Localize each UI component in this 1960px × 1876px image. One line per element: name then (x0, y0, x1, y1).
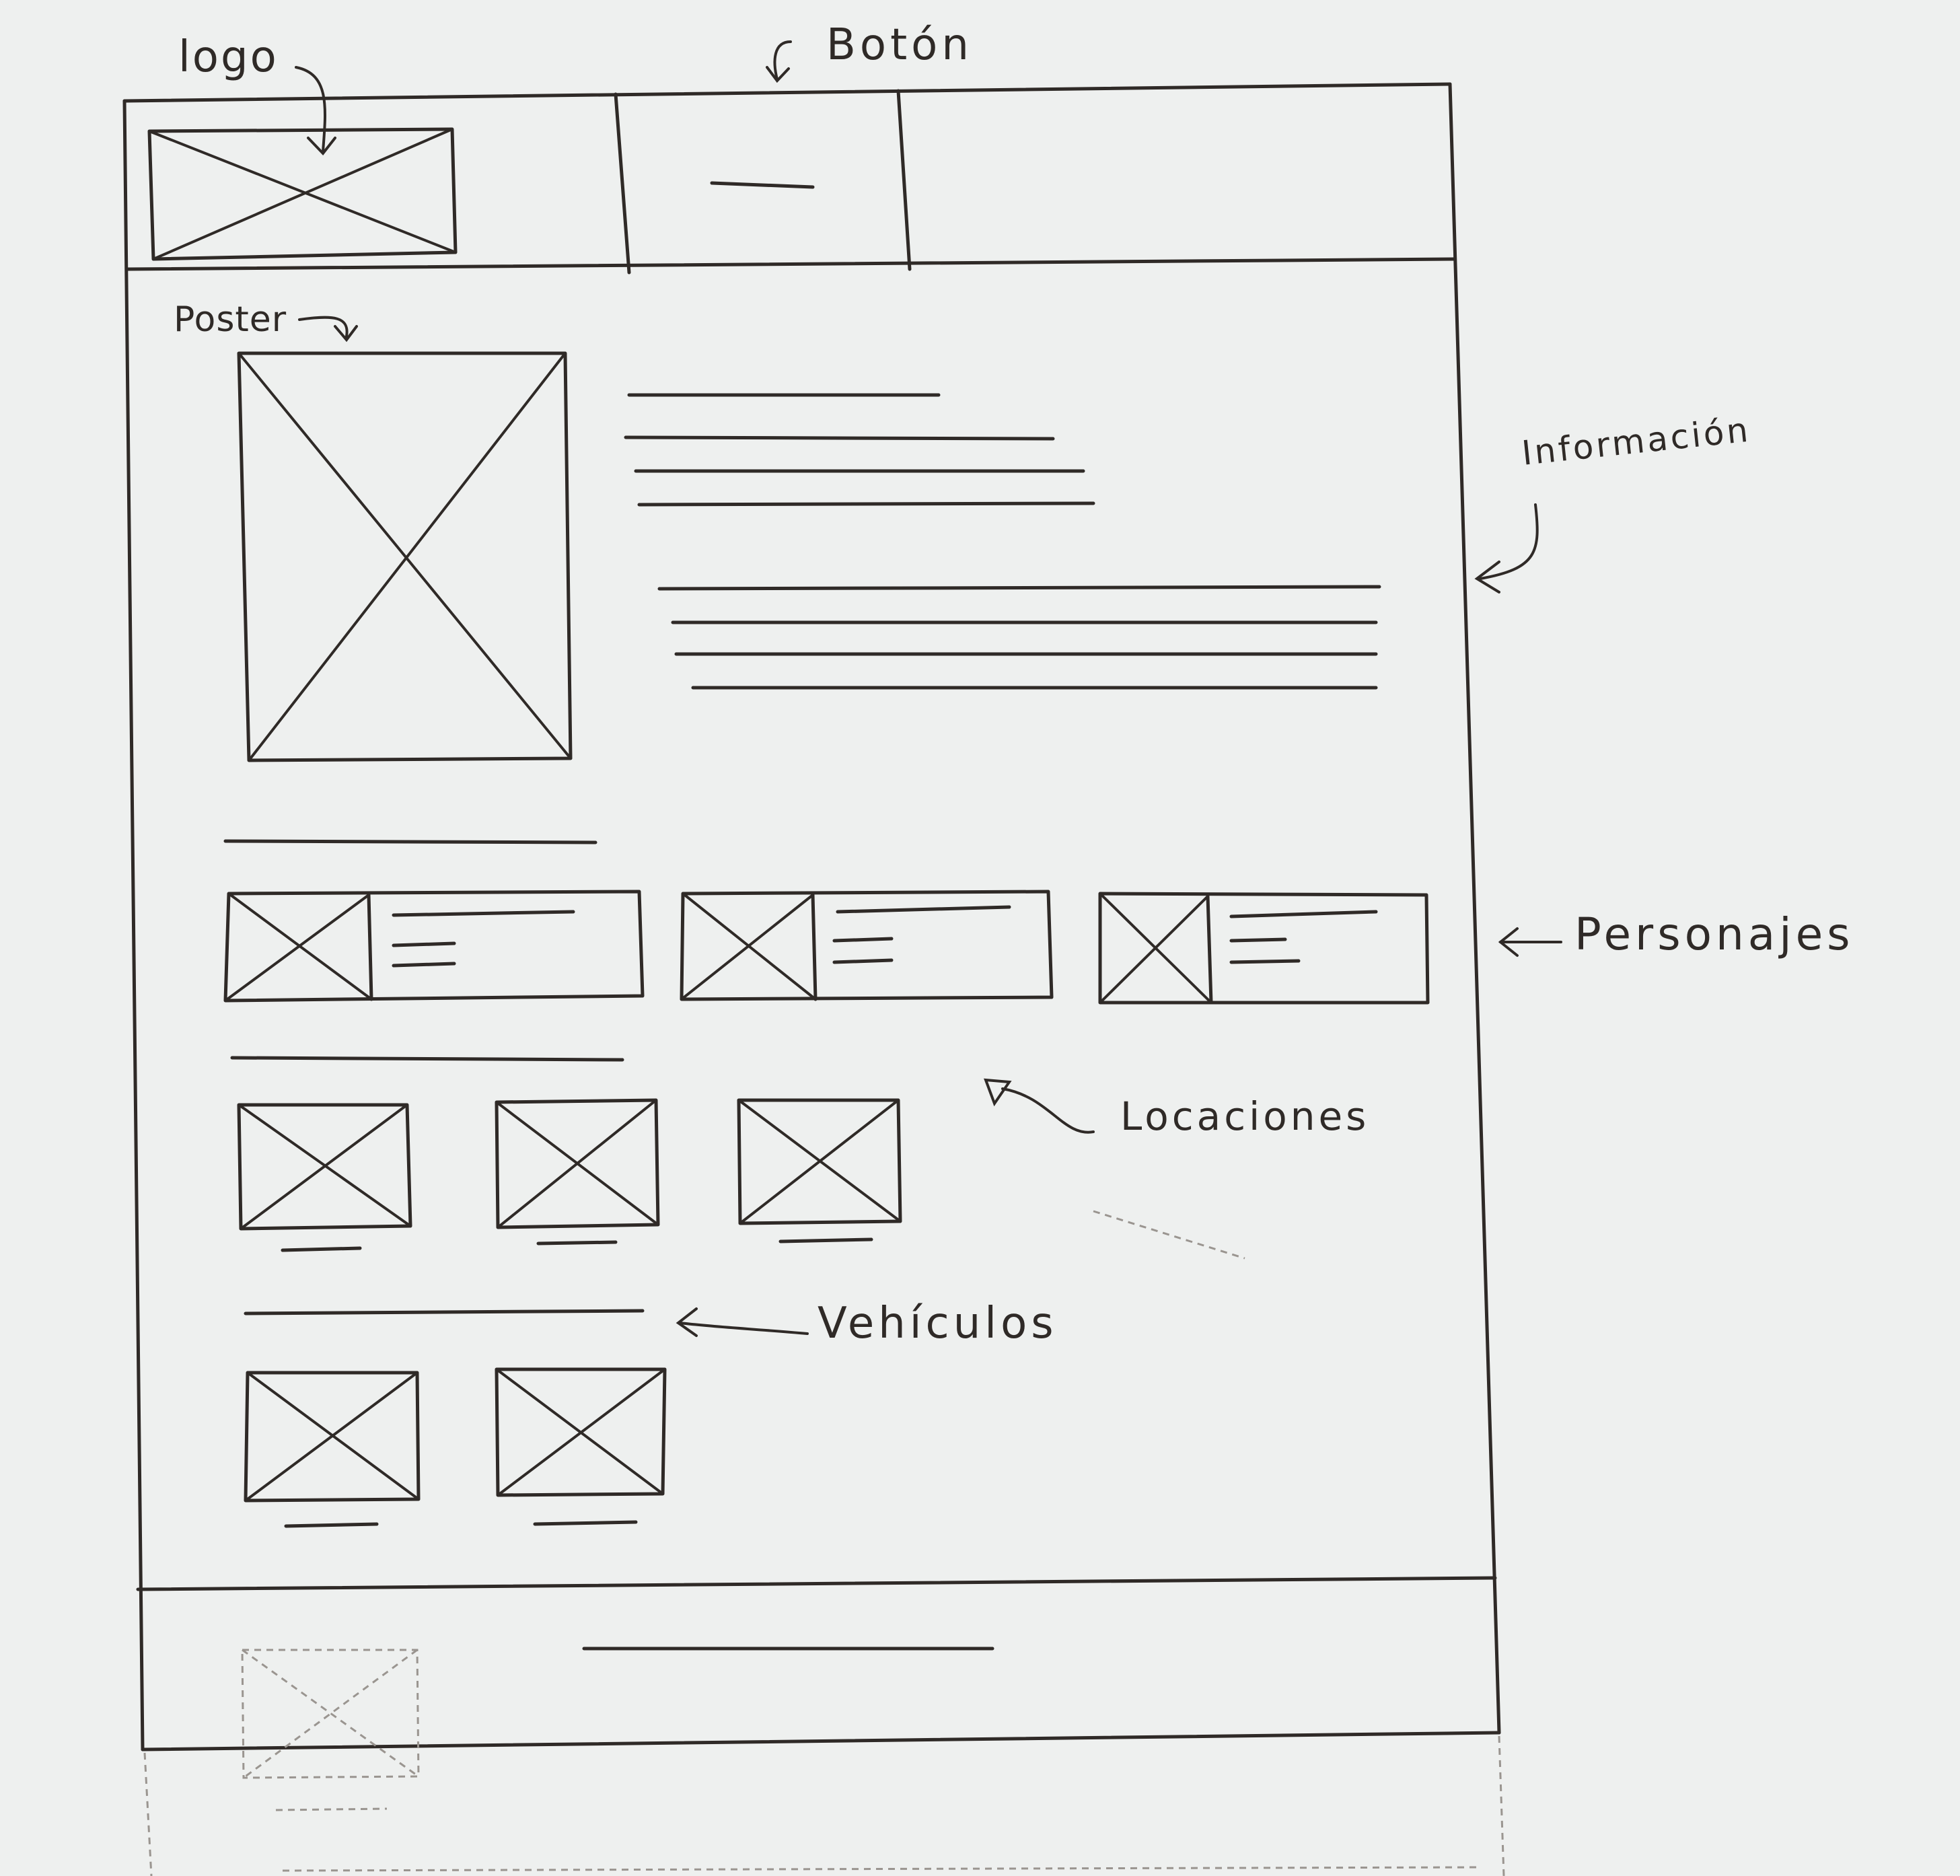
vehiculos-annotation: Vehículos (818, 1299, 1058, 1348)
location-card[interactable] (495, 1098, 660, 1246)
vehicle-card[interactable] (495, 1367, 667, 1526)
location-card[interactable] (737, 1098, 902, 1243)
character-card[interactable] (223, 890, 645, 1003)
poster-arrow (298, 316, 358, 342)
personajes-arrow (1498, 927, 1562, 957)
button-placeholder[interactable] (710, 181, 815, 189)
vehicle-card[interactable] (244, 1371, 421, 1528)
informacion-arrow (1474, 503, 1539, 593)
vehiculos-heading-line (244, 1309, 645, 1315)
locaciones-heading-line (230, 1056, 624, 1062)
locaciones-annotation: Locaciones (1120, 1093, 1370, 1139)
boton-annotation: Botón (826, 20, 973, 70)
logo-annotation: logo (178, 32, 279, 82)
poster-annotation: Poster (174, 299, 287, 340)
info-title-lines (624, 393, 1095, 507)
logo-arrow (295, 66, 336, 156)
boton-arrow (766, 40, 792, 83)
personajes-heading-line (223, 839, 597, 844)
personajes-annotation: Personajes (1574, 908, 1854, 960)
info-description-lines (657, 585, 1381, 690)
footer-bar (136, 1576, 1497, 1651)
vehiculos-arrow (676, 1307, 809, 1337)
character-card[interactable] (1098, 892, 1430, 1005)
poster-placeholder (237, 351, 573, 762)
character-card[interactable] (680, 890, 1054, 1001)
locaciones-arrow (984, 1078, 1095, 1134)
location-card[interactable] (237, 1103, 412, 1252)
logo-placeholder (147, 127, 458, 261)
